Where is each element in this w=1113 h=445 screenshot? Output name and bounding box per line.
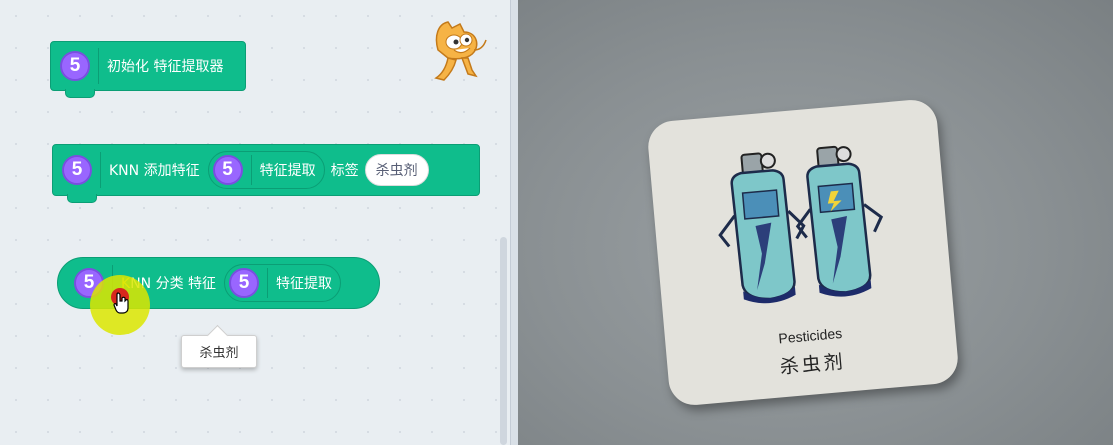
- icon-separator: [98, 48, 99, 84]
- hand-cursor-icon: [113, 292, 131, 318]
- code-workspace[interactable]: 5 初始化 特征提取器 5 KNN 添加特征 5 特征提取 标签 杀虫剂 5 K…: [0, 0, 510, 445]
- knn-add-feature-block[interactable]: 5 KNN 添加特征 5 特征提取 标签 杀虫剂: [52, 144, 480, 203]
- feature-extract-reporter[interactable]: 5 特征提取: [207, 151, 325, 189]
- scratch-cat-icon[interactable]: [424, 16, 490, 86]
- extension-icon: 5: [212, 155, 243, 185]
- pesticide-cans-illustration: [718, 145, 884, 304]
- result-tooltip: 杀虫剂: [181, 335, 257, 368]
- reporter-label: 特征提取: [259, 163, 316, 179]
- reporter-label: 特征提取: [276, 276, 333, 292]
- pesticide-card: Pesticides 杀虫剂: [646, 97, 960, 408]
- icon-separator: [100, 152, 101, 188]
- feature-extract-reporter[interactable]: 5 特征提取: [224, 264, 342, 302]
- block-label: 初始化 特征提取器: [107, 59, 224, 75]
- extension-icon: 5: [60, 51, 90, 81]
- vertical-scrollbar[interactable]: [500, 237, 507, 445]
- extension-icon: 5: [62, 155, 92, 185]
- extension-icon: 5: [229, 268, 260, 298]
- camera-stage: Pesticides 杀虫剂: [518, 0, 1113, 445]
- init-feature-extractor-block[interactable]: 5 初始化 特征提取器: [50, 41, 246, 98]
- block-label: KNN 添加特征: [109, 163, 200, 179]
- icon-separator: [250, 155, 252, 185]
- tooltip-text: 杀虫剂: [199, 346, 239, 361]
- icon-separator: [267, 268, 269, 298]
- tag-input[interactable]: 杀虫剂: [364, 154, 429, 186]
- tag-label: 标签: [330, 163, 359, 179]
